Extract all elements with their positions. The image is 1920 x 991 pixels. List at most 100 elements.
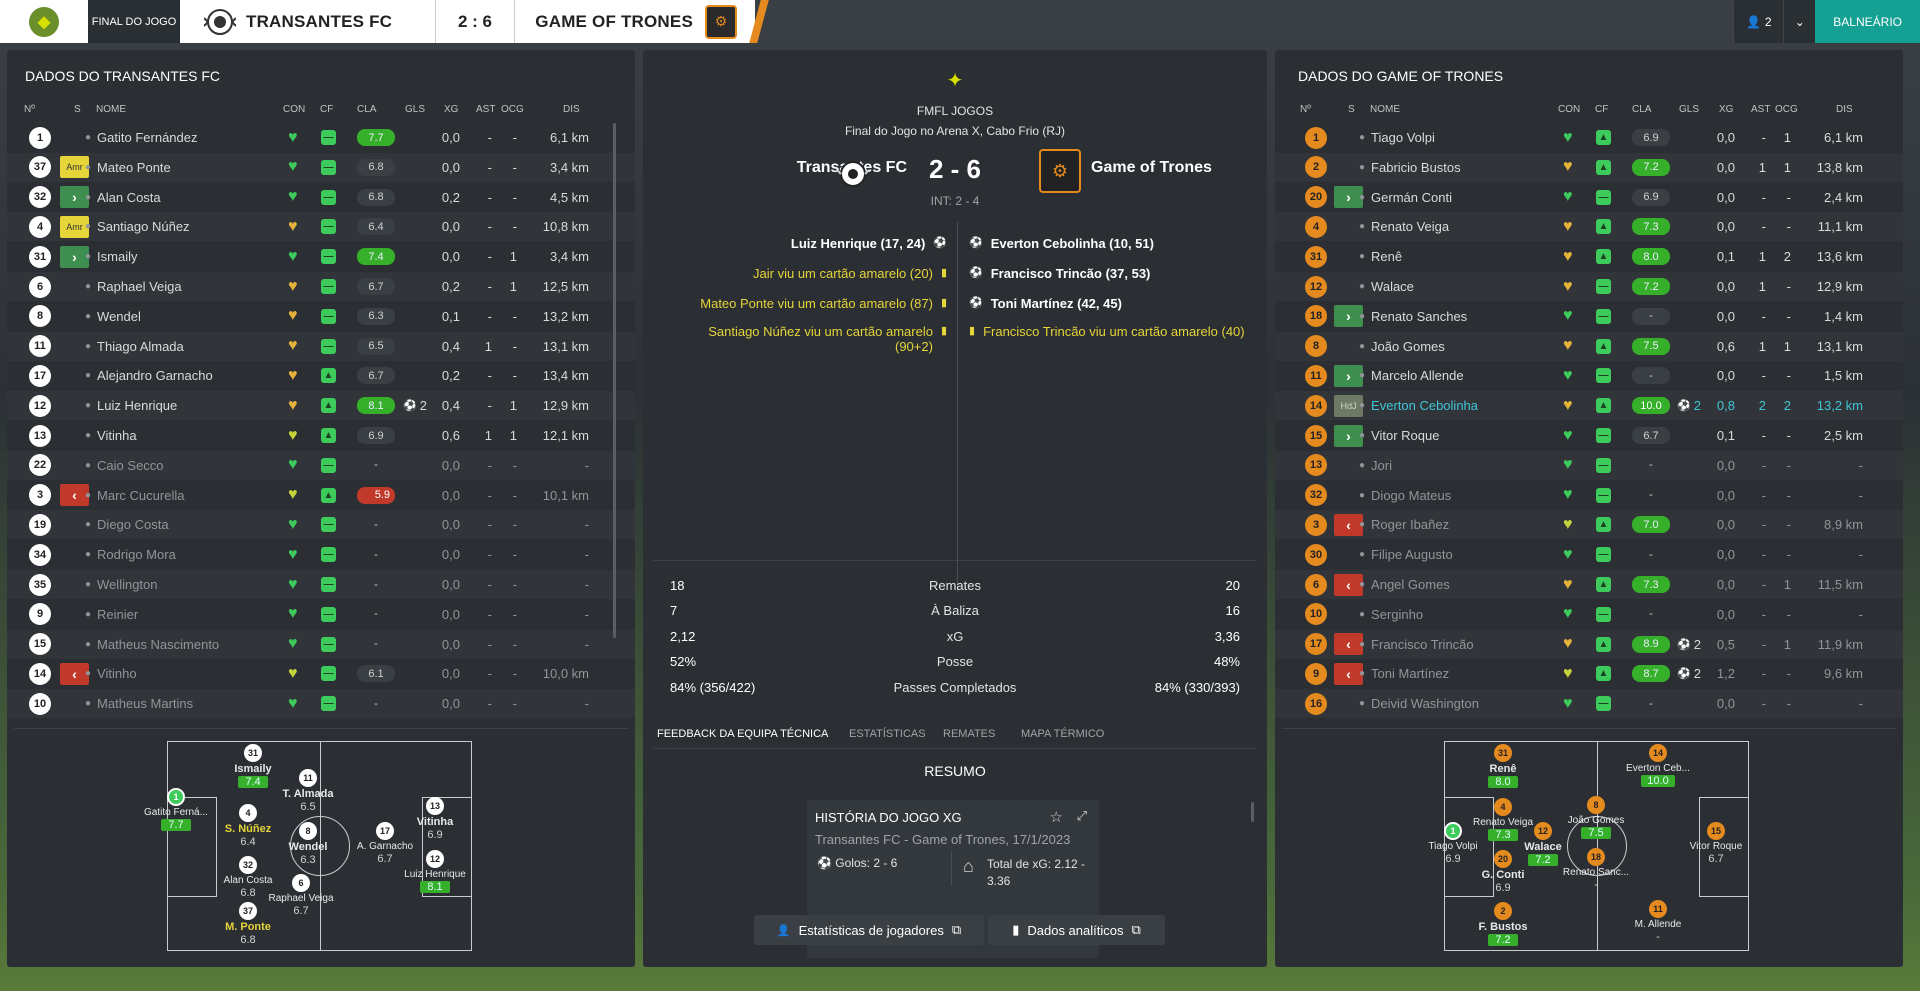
formation-player[interactable]: 18 Renato Sanc... -: [1562, 848, 1630, 891]
player-stats-button[interactable]: 👤 Estatísticas de jogadores ⧉: [754, 915, 984, 945]
dropdown-button[interactable]: ⌄: [1783, 0, 1816, 43]
balneario-button[interactable]: BALNEÁRIO: [1815, 0, 1920, 43]
col-ocg[interactable]: OCG: [1775, 104, 1798, 115]
player-name[interactable]: João Gomes: [1371, 339, 1445, 354]
player-name[interactable]: Luiz Henrique: [97, 398, 177, 413]
col-cf[interactable]: CF: [1595, 104, 1608, 115]
player-name[interactable]: Marcelo Allende: [1371, 368, 1464, 383]
formation-player[interactable]: 12 Luiz Henrique 8.1: [401, 850, 469, 893]
center-away-team[interactable]: Game of Trones: [1091, 159, 1212, 177]
table-row[interactable]: 6 ● Raphael Veiga ♥ — 6.7 0,2 - 1 12,5 km: [7, 272, 635, 301]
col-gls[interactable]: GLS: [405, 104, 425, 115]
player-name[interactable]: Matheus Martins: [97, 696, 193, 711]
player-name[interactable]: Serginho: [1371, 607, 1423, 622]
table-row[interactable]: 11 › ● Marcelo Allende ♥ — -0,0- -1,5 km: [1275, 361, 1903, 390]
formation-player[interactable]: 11 M. Allende -: [1624, 900, 1692, 943]
player-name[interactable]: Matheus Nascimento: [97, 637, 219, 652]
table-row[interactable]: 35 ● Wellington ♥ — - 0,0 - - -: [7, 570, 635, 599]
col-nome[interactable]: NOME: [1370, 104, 1400, 115]
table-row[interactable]: 14 ‹ ● Vitinho ♥ —6.1 0,0- -10,0 km: [7, 659, 635, 688]
table-row[interactable]: 17 ‹ ● Francisco Trincão ♥ ▲ 8.9 ⚽ 2 0,5-1 11,9 km: [1275, 630, 1903, 659]
table-row[interactable]: 3 ‹ ● Marc Cucurella ♥ ▲ 5.9 0,0- -10,1 km: [7, 481, 635, 510]
table-row[interactable]: 12 ● Walace ♥ — 7.2 0,0 1 - 12,9 km: [1275, 272, 1903, 301]
table-row[interactable]: 12 ● Luiz Henrique ♥ ▲ 8.1 ⚽ 2 0,4 - 1 12,9 km: [7, 391, 635, 420]
player-name[interactable]: Deivid Washington: [1371, 696, 1479, 711]
col-cla[interactable]: CLA: [1632, 104, 1651, 115]
table-row[interactable]: 9 ● Reinier ♥ — - 0,0 - - -: [7, 600, 635, 629]
player-name[interactable]: Santiago Núñez: [97, 219, 190, 234]
tab-estatisticas[interactable]: ESTATÍSTICAS: [849, 719, 926, 749]
player-name[interactable]: Marc Cucurella: [97, 488, 184, 503]
player-name[interactable]: Raphael Veiga: [97, 279, 182, 294]
col-xg[interactable]: XG: [1719, 104, 1733, 115]
table-row[interactable]: 8 ● Wendel ♥ — 6.3 0,1 - - 13,2 km: [7, 302, 635, 331]
table-row[interactable]: 31 ● Renê ♥ ▲ 8.0 0,1 1 2 13,6 km: [1275, 242, 1903, 271]
player-name[interactable]: Roger Ibañez: [1371, 517, 1449, 532]
player-name[interactable]: Everton Cebolinha: [1371, 398, 1478, 413]
player-name[interactable]: Diogo Mateus: [1371, 488, 1451, 503]
col-s[interactable]: S: [1348, 104, 1355, 115]
player-name[interactable]: Toni Martínez: [1371, 666, 1449, 681]
col-xg[interactable]: XG: [444, 104, 458, 115]
table-row[interactable]: 6 ‹ ● Angel Gomes ♥ ▲ 7.3 0,0-1 11,5 km: [1275, 570, 1903, 599]
player-name[interactable]: Tiago Volpi: [1371, 130, 1435, 145]
formation-player[interactable]: 1 Gatito Ferná... 7.7: [142, 788, 210, 831]
player-name[interactable]: Gatito Fernández: [97, 130, 197, 145]
col-con[interactable]: CON: [1558, 104, 1580, 115]
player-name[interactable]: Mateo Ponte: [97, 160, 171, 175]
away-team-bar[interactable]: GAME OF TRONES ⚙: [515, 0, 755, 43]
table-row[interactable]: 30 ● Filipe Augusto ♥ — - 0,0 - - -: [1275, 540, 1903, 569]
player-name[interactable]: Ismaily: [97, 249, 137, 264]
table-row[interactable]: 31 › ● Ismaily ♥ —7.4 0,0-1 3,4 km: [7, 242, 635, 271]
col-no[interactable]: Nº: [24, 104, 35, 115]
table-row[interactable]: 16 ● Deivid Washington ♥ — - 0,0 - - -: [1275, 689, 1903, 718]
table-row[interactable]: 1 ● Tiago Volpi ♥ ▲ 6.9 0,0 - 1 6,1 km: [1275, 123, 1903, 152]
expand-icon[interactable]: ⤢: [1077, 808, 1087, 824]
formation-player[interactable]: 11 T. Almada 6.5: [274, 769, 342, 813]
player-name[interactable]: Alan Costa: [97, 190, 161, 205]
formation-player[interactable]: 4 S. Núñez 6.4: [214, 804, 282, 848]
table-row[interactable]: 2 ● Fabricio Bustos ♥ ▲ 7.2 0,0 1 1 13,8 km: [1275, 153, 1903, 182]
table-row[interactable]: 14 HdJ ● Everton Cebolinha ♥ ▲ 10.0 ⚽ 2 0,8 2 2 13,2…: [1275, 391, 1903, 420]
player-name[interactable]: Francisco Trincão: [1371, 637, 1474, 652]
col-ast[interactable]: AST: [1751, 104, 1770, 115]
table-row[interactable]: 4 Amr ● Santiago Núñez ♥ —6.4 0,0- -10,8 km: [7, 212, 635, 241]
table-row[interactable]: 4 ● Renato Veiga ♥ ▲ 7.3 0,0 - - 11,1 km: [1275, 212, 1903, 241]
formation-player[interactable]: 31 Renê 8.0: [1469, 744, 1537, 788]
col-ast[interactable]: AST: [476, 104, 495, 115]
table-row[interactable]: 37 Amr ● Mateo Ponte ♥ —6.8 0,0- -3,4 km: [7, 153, 635, 182]
col-dis[interactable]: DIS: [1836, 104, 1853, 115]
col-cf[interactable]: CF: [320, 104, 333, 115]
col-nome[interactable]: NOME: [96, 104, 126, 115]
formation-player[interactable]: 6 Raphael Veiga 6.7: [267, 874, 335, 917]
player-name[interactable]: Vitor Roque: [1371, 428, 1439, 443]
player-name[interactable]: Renato Veiga: [1371, 219, 1449, 234]
formation-player[interactable]: 13 Vitinha 6.9: [401, 797, 469, 841]
formation-player[interactable]: 8 João Gomes 7.5: [1562, 796, 1630, 839]
formation-player[interactable]: 14 Everton Ceb... 10.0: [1624, 744, 1692, 787]
table-row[interactable]: 10 ● Serginho ♥ — - 0,0 - - -: [1275, 600, 1903, 629]
player-name[interactable]: Renato Sanches: [1371, 309, 1467, 324]
formation-player[interactable]: 8 Wendel 6.3: [274, 822, 342, 866]
table-row[interactable]: 15 › ● Vitor Roque ♥ —6.7 0,1- -2,5 km: [1275, 421, 1903, 450]
player-name[interactable]: Alejandro Garnacho: [97, 368, 213, 383]
player-name[interactable]: Jori: [1371, 458, 1392, 473]
table-row[interactable]: 1 ● Gatito Fernández ♥ — 7.7 0,0 - - 6,1 km: [7, 123, 635, 152]
col-con[interactable]: CON: [283, 104, 305, 115]
col-s[interactable]: S: [74, 104, 81, 115]
player-name[interactable]: Fabricio Bustos: [1371, 160, 1461, 175]
player-name[interactable]: Germán Conti: [1371, 190, 1452, 205]
table-row[interactable]: 11 ● Thiago Almada ♥ — 6.5 0,4 1 - 13,1 km: [7, 332, 635, 361]
table-row[interactable]: 9 ‹ ● Toni Martínez ♥ ▲ 8.7 ⚽ 2 1,2- -9,6 km: [1275, 659, 1903, 688]
table-row[interactable]: 20 › ● Germán Conti ♥ —6.9 0,0- -2,4 km: [1275, 183, 1903, 212]
player-name[interactable]: Vitinho: [97, 666, 137, 681]
table-row[interactable]: 32 ● Diogo Mateus ♥ — - 0,0 - - -: [1275, 481, 1903, 510]
table-row[interactable]: 22 ● Caio Secco ♥ — - 0,0 - - -: [7, 451, 635, 480]
users-button[interactable]: 👤 2: [1733, 0, 1784, 43]
table-row[interactable]: 13 ● Vitinha ♥ ▲ 6.9 0,6 1 1 12,1 km: [7, 421, 635, 450]
player-name[interactable]: Renê: [1371, 249, 1402, 264]
table-row[interactable]: 15 ● Matheus Nascimento ♥ — - 0,0 - - -: [7, 630, 635, 659]
table-row[interactable]: 13 ● Jori ♥ — - 0,0 - - -: [1275, 451, 1903, 480]
col-cla[interactable]: CLA: [357, 104, 376, 115]
player-name[interactable]: Vitinha: [97, 428, 137, 443]
